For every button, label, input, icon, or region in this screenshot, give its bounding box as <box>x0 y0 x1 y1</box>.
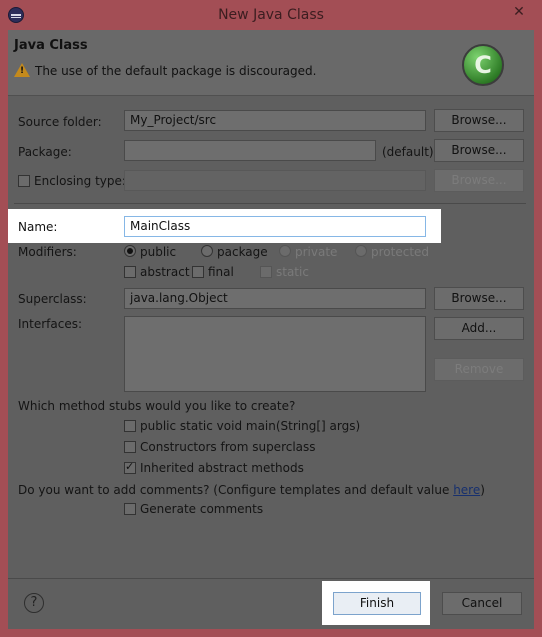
package-browse-button[interactable]: Browse... <box>434 139 524 162</box>
cancel-button[interactable]: Cancel <box>442 592 522 615</box>
comments-question: Do you want to add comments? (Configure … <box>18 483 485 497</box>
wizard-title: Java Class <box>14 38 88 53</box>
help-icon[interactable]: ? <box>24 593 44 613</box>
enclosing-type-label: Enclosing type: <box>34 174 126 188</box>
enclosing-type-browse-button: Browse... <box>434 169 524 192</box>
package-input[interactable] <box>124 140 376 161</box>
interfaces-remove-button: Remove <box>434 358 524 381</box>
superclass-input[interactable]: java.lang.Object <box>124 288 426 309</box>
templates-link[interactable]: here <box>453 483 480 497</box>
private-radio-label: private <box>295 245 338 259</box>
dialog-window: New Java Class ✕ Java Class ! The use of… <box>0 0 542 637</box>
inherited-methods-checkbox[interactable] <box>124 460 136 474</box>
close-button[interactable]: ✕ <box>502 2 536 22</box>
separator <box>14 203 526 204</box>
interfaces-label: Interfaces: <box>18 317 83 331</box>
public-radio-label: public <box>140 245 177 259</box>
superclass-browse-button[interactable]: Browse... <box>434 287 524 310</box>
wizard-message: The use of the default package is discou… <box>35 64 317 78</box>
source-folder-browse-button[interactable]: Browse... <box>434 109 524 132</box>
package-radio[interactable] <box>201 245 213 257</box>
warning-icon: ! <box>14 63 30 77</box>
static-checkbox <box>260 266 272 278</box>
finish-button[interactable]: Finish <box>333 592 421 615</box>
title-bar[interactable]: New Java Class ✕ <box>0 0 542 30</box>
constructors-checkbox[interactable] <box>124 441 136 453</box>
footer-separator <box>8 578 534 579</box>
static-checkbox-label: static <box>276 265 309 279</box>
wizard-header: Java Class ! The use of the default pack… <box>8 30 534 96</box>
constructors-label: Constructors from superclass <box>140 440 316 454</box>
interfaces-add-button[interactable]: Add... <box>434 317 524 340</box>
public-radio[interactable] <box>124 245 136 257</box>
superclass-label: Superclass: <box>18 292 87 306</box>
final-checkbox-label: final <box>208 265 234 279</box>
name-input[interactable]: MainClass <box>124 216 426 237</box>
modifiers-label: Modifiers: <box>18 245 77 259</box>
finish-highlight: Finish <box>322 581 430 625</box>
generate-comments-checkbox[interactable] <box>124 503 136 515</box>
package-label: Package: <box>18 145 72 159</box>
final-checkbox[interactable] <box>192 266 204 278</box>
enclosing-type-input <box>124 170 426 191</box>
stubs-question: Which method stubs would you like to cre… <box>18 399 296 413</box>
dialog-client: Java Class ! The use of the default pack… <box>8 30 534 629</box>
protected-radio-label: protected <box>371 245 430 259</box>
main-method-label: public static void main(String[] args) <box>140 419 361 433</box>
new-class-logo-icon: C <box>462 44 504 86</box>
private-radio <box>279 245 291 257</box>
interfaces-list[interactable] <box>124 316 426 392</box>
enclosing-type-checkbox[interactable] <box>18 175 30 187</box>
generate-comments-label: Generate comments <box>140 502 264 516</box>
source-folder-label: Source folder: <box>18 115 102 129</box>
abstract-checkbox-label: abstract <box>140 265 190 279</box>
package-radio-label: package <box>217 245 268 259</box>
package-default-label: (default) <box>382 145 434 159</box>
source-folder-input[interactable]: My_Project/src <box>124 110 426 131</box>
protected-radio <box>355 245 367 257</box>
main-method-checkbox[interactable] <box>124 420 136 432</box>
window-title: New Java Class <box>218 7 324 23</box>
name-row-highlight: Name: MainClass <box>8 209 441 243</box>
inherited-methods-label: Inherited abstract methods <box>140 461 304 475</box>
abstract-checkbox[interactable] <box>124 266 136 278</box>
name-label: Name: <box>18 220 58 234</box>
